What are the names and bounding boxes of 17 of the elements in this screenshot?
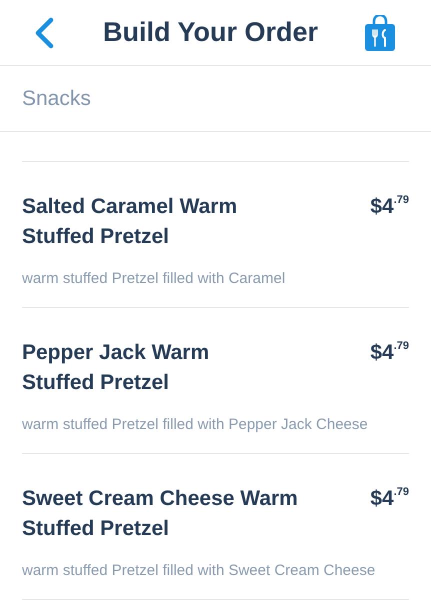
order-bag-button[interactable]	[363, 12, 397, 52]
section-title: Snacks	[22, 86, 91, 112]
item-description: warm stuffed Pretzel filled with Pepper Jack Cheese	[22, 415, 369, 435]
menu-item[interactable]: Sweet Cream Cheese Warm Stuffed Pretzel $4$^{.79}$ warm stuffed Pretzel filled with Sweet Cream Cheese	[22, 454, 409, 600]
item-description: warm stuffed Pretzel filled with Sweet Cream Cheese	[22, 561, 376, 581]
item-price: $4$^{.79}$	[370, 193, 409, 220]
item-name: Sweet Cream Cheese Warm Stuffed Pretzel	[22, 486, 298, 542]
item-name: Pepper Jack Warm Stuffed Pretzel	[22, 340, 210, 396]
item-price: $4$^{.79}$	[370, 339, 409, 366]
back-icon	[34, 16, 54, 48]
page-title: Build Your Order	[102, 16, 318, 50]
shopping-bag-icon	[364, 14, 396, 50]
item-price: $4$^{.79}$	[370, 485, 409, 512]
menu-item[interactable]: Salted Caramel Warm Stuffed Pretzel $4$^{.79}$ warm stuffed Pretzel filled with Caramel	[22, 162, 409, 308]
item-name: Salted Caramel Warm Stuffed Pretzel	[22, 194, 238, 250]
menu-item[interactable]: Pepper Jack Warm Stuffed Pretzel $4$^{.79}$ warm stuffed Pretzel filled with Pepper Jack Cheese	[22, 308, 409, 454]
item-description: warm stuffed Pretzel filled with Caramel	[22, 269, 286, 289]
